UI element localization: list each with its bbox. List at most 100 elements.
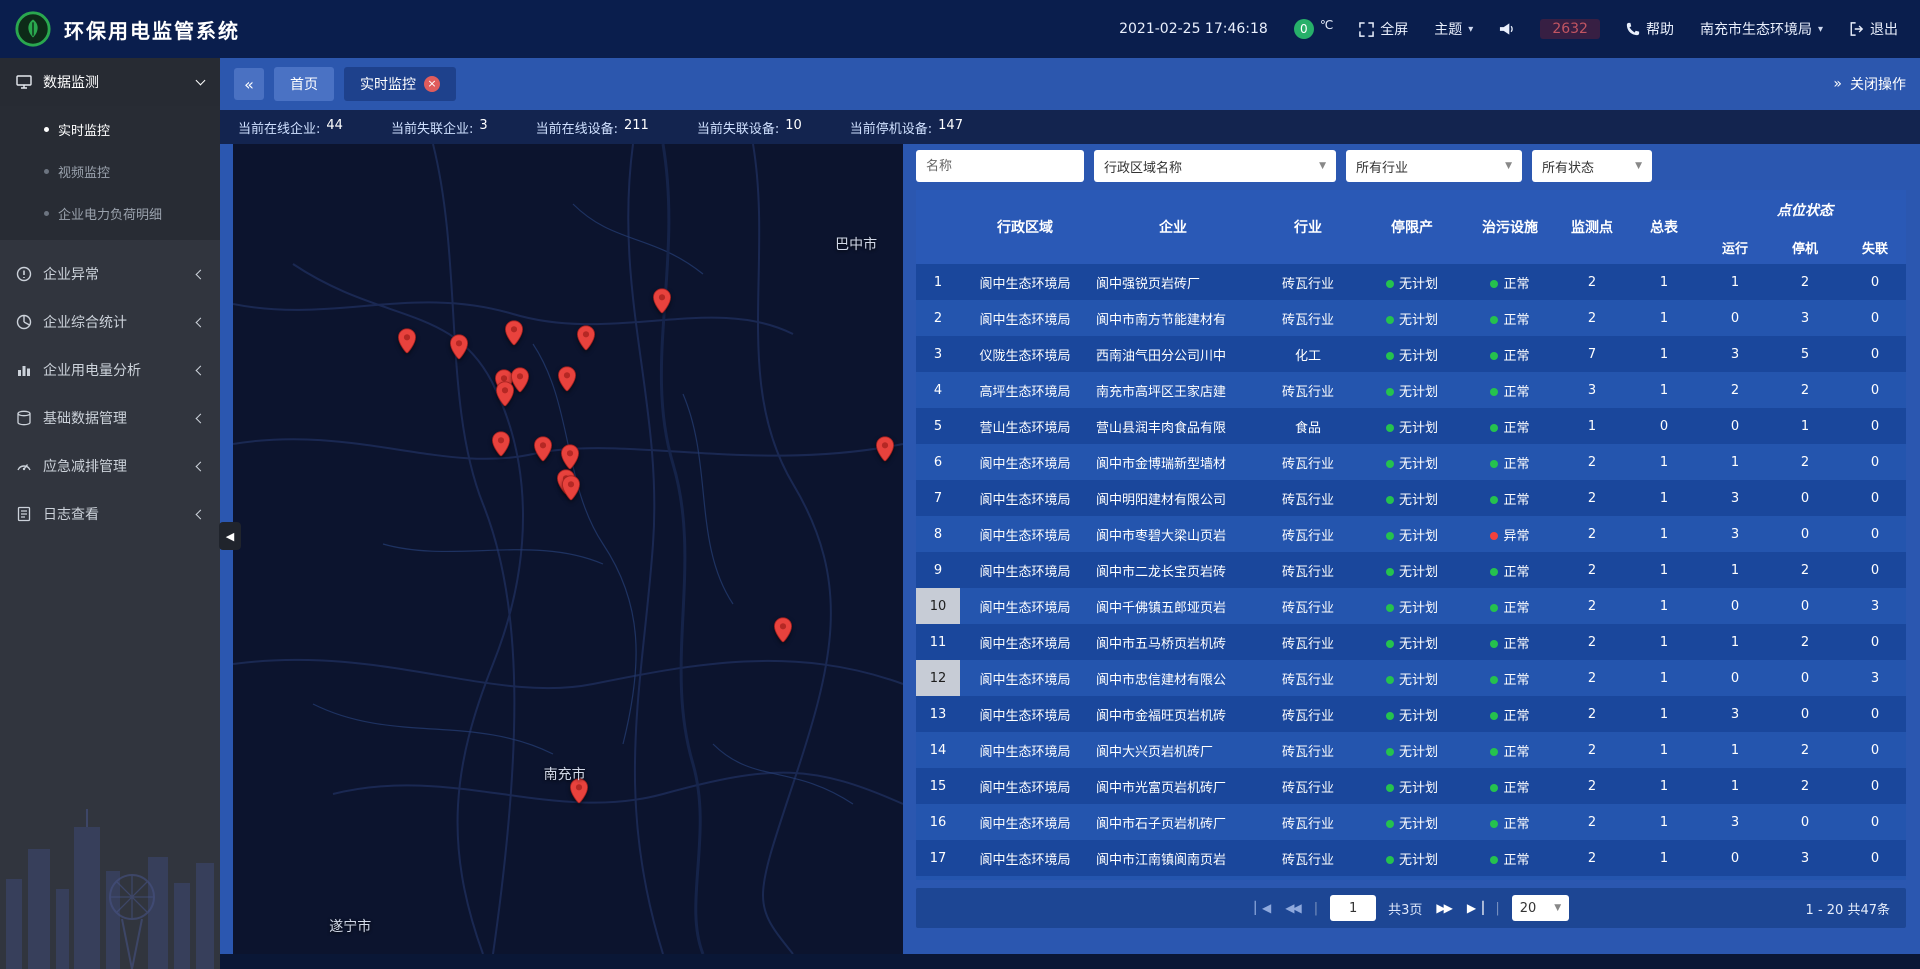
status-select[interactable]: 所有状态 ▼ [1532,150,1652,182]
status-dot-red [1490,532,1498,540]
table-row[interactable]: 5营山生态环境局营山县润丰肉食品有限食品无计划正常10010 [916,408,1906,444]
scroll-tabs-left-button[interactable]: « [234,68,264,100]
running-cell: 3 [1700,480,1770,516]
industry-select[interactable]: 所有行业 ▼ [1346,150,1522,182]
main-content: 巴中市南充市遂宁市 行政区域名称 ▼ 所有行业 ▼ 所有状态 ▼ [220,144,1920,954]
industry-cell: 砖瓦行业 [1256,840,1360,876]
first-page-button[interactable]: ▏◀ [1253,901,1271,915]
monitor-icon [16,74,32,90]
status-dot-green [1386,604,1394,612]
region-cell: 阆中生态环境局 [960,804,1090,840]
filter-bar: 行政区域名称 ▼ 所有行业 ▼ 所有状态 ▼ [916,150,1906,182]
table-row[interactable]: 15阆中生态环境局阆中市光富页岩机砖厂砖瓦行业无计划正常21120 [916,768,1906,804]
monitor-points-cell: 2 [1556,516,1628,552]
table-row[interactable]: 1阆中生态环境局阆中强锐页岩砖厂砖瓦行业无计划正常21120 [916,264,1906,300]
table-row[interactable]: 3仪陇生态环境局西南油气田分公司川中化工无计划正常71350 [916,336,1906,372]
col-points: 监测点 [1556,190,1628,264]
tab-home[interactable]: 首页 [274,67,334,101]
limit-production-cell: 无计划 [1360,624,1464,660]
stopped-cell: 2 [1770,624,1840,660]
map-panel[interactable]: 巴中市南充市遂宁市 [233,144,903,954]
total-meter-cell: 1 [1628,300,1700,336]
table-row[interactable]: 18南部生态环境局南部县升华页岩砖有限砖瓦行业无计划正常21030 [916,876,1906,880]
region-cell: 阆中生态环境局 [960,300,1090,336]
pollution-facility-cell: 正常 [1464,804,1556,840]
monitor-points-cell: 2 [1556,552,1628,588]
temperature-display: 0 ℃ [1294,19,1333,39]
sidebar-item-label: 应急减排管理 [43,456,127,476]
table-row[interactable]: 17阆中生态环境局阆中市江南镇阆南页岩砖瓦行业无计划正常21030 [916,840,1906,876]
prev-page-button[interactable]: ◀◀ [1283,901,1301,915]
sidebar-item-log-view[interactable]: 日志查看 [0,490,220,538]
help-button[interactable]: 帮助 [1626,19,1674,39]
sidebar-item-emergency-reduction[interactable]: 应急减排管理 [0,442,220,490]
company-cell: 阆中市枣碧大梁山页岩 [1090,516,1256,552]
sidebar-item-data-monitoring[interactable]: 数据监测 [0,58,220,106]
logout-button[interactable]: 退出 [1849,19,1898,39]
region-select[interactable]: 行政区域名称 ▼ [1094,150,1336,182]
stat-offline-companies: 当前失联企业: 3 [391,118,488,137]
collapse-sidebar-button[interactable]: ◀ [219,522,241,550]
fullscreen-button[interactable]: 全屏 [1359,19,1408,39]
pollution-facility-cell: 正常 [1464,444,1556,480]
last-page-button[interactable]: ▶▕ [1465,901,1483,915]
sidebar-item-enterprise-statistics[interactable]: 企业综合统计 [0,298,220,346]
table-row[interactable]: 4高坪生态环境局南充市高坪区王家店建砖瓦行业无计划正常31220 [916,372,1906,408]
table-row[interactable]: 2阆中生态环境局阆中市南方节能建材有砖瓦行业无计划正常21030 [916,300,1906,336]
close-tab-icon[interactable]: × [424,76,440,92]
company-cell: 阆中市江南镇阆南页岩 [1090,840,1256,876]
company-cell: 南部县升华页岩砖有限 [1090,876,1256,880]
sidebar-item-enterprise-abnormal[interactable]: 企业异常 [0,250,220,298]
industry-cell: 化工 [1256,336,1360,372]
table-row[interactable]: 9阆中生态环境局阆中市二龙长宝页岩砖砖瓦行业无计划正常21120 [916,552,1906,588]
page-number-input[interactable] [1330,895,1376,921]
table-row[interactable]: 16阆中生态环境局阆中市石子页岩机砖厂砖瓦行业无计划正常21300 [916,804,1906,840]
table-row[interactable]: 10阆中生态环境局阆中千佛镇五郎垭页岩砖瓦行业无计划正常21003 [916,588,1906,624]
table-row[interactable]: 8阆中生态环境局阆中市枣碧大梁山页岩砖瓦行业无计划异常21300 [916,516,1906,552]
table-row[interactable]: 7阆中生态环境局阆中明阳建材有限公司砖瓦行业无计划正常21300 [916,480,1906,516]
sidebar-item-base-data[interactable]: 基础数据管理 [0,394,220,442]
table-row[interactable]: 14阆中生态环境局阆中大兴页岩机砖厂砖瓦行业无计划正常21120 [916,732,1906,768]
table-row[interactable]: 11阆中生态环境局阆中市五马桥页岩机砖砖瓦行业无计划正常21120 [916,624,1906,660]
temperature-unit: ℃ [1320,18,1333,32]
name-search-input[interactable] [916,150,1084,182]
bullet-icon [44,211,49,216]
status-dot-green [1386,352,1394,360]
total-meter-cell: 1 [1628,516,1700,552]
running-cell: 1 [1700,732,1770,768]
fullscreen-label: 全屏 [1380,19,1408,39]
sidebar-item-power-analysis[interactable]: 企业用电量分析 [0,346,220,394]
next-page-button[interactable]: ▶▶ [1434,901,1452,915]
lost-cell: 0 [1840,444,1906,480]
limit-production-cell: 无计划 [1360,840,1464,876]
table-row[interactable]: 13阆中生态环境局阆中市金福旺页岩机砖砖瓦行业无计划正常21300 [916,696,1906,732]
close-operations-label: 关闭操作 [1850,74,1906,94]
company-cell: 阆中强锐页岩砖厂 [1090,264,1256,300]
chevron-down-icon: ▼ [1319,161,1326,171]
alarm-horn-button[interactable] [1499,22,1514,36]
status-dot-green [1386,784,1394,792]
alarm-count-badge[interactable]: 2632 [1540,19,1600,39]
org-menu[interactable]: 南充市生态环境局 ▾ [1700,19,1823,39]
page-size-select[interactable]: 20 ▼ [1512,895,1569,921]
lost-cell: 0 [1840,696,1906,732]
stopped-cell: 0 [1770,480,1840,516]
lost-cell: 3 [1840,588,1906,624]
total-meter-cell: 1 [1628,768,1700,804]
table-row[interactable]: 6阆中生态环境局阆中市金博瑞新型墙材砖瓦行业无计划正常21120 [916,444,1906,480]
sidebar-item-video-monitoring[interactable]: 视频监控 [0,150,220,192]
table-row[interactable]: 12阆中生态环境局阆中市忠信建材有限公砖瓦行业无计划正常21003 [916,660,1906,696]
table-body: 1阆中生态环境局阆中强锐页岩砖厂砖瓦行业无计划正常211202阆中生态环境局阆中… [916,264,1906,880]
industry-cell: 砖瓦行业 [1256,552,1360,588]
status-dot-green [1386,748,1394,756]
company-cell: 阆中市忠信建材有限公 [1090,660,1256,696]
industry-cell: 砖瓦行业 [1256,444,1360,480]
theme-menu[interactable]: 主题 ▾ [1434,19,1473,39]
stopped-cell: 2 [1770,768,1840,804]
sidebar-item-realtime-monitoring[interactable]: 实时监控 [0,108,220,150]
tab-realtime-monitoring[interactable]: 实时监控 × [344,67,456,101]
industry-cell: 砖瓦行业 [1256,516,1360,552]
sidebar-item-power-load-detail[interactable]: 企业电力负荷明细 [0,192,220,234]
lost-cell: 0 [1840,732,1906,768]
close-operations-menu[interactable]: » 关闭操作 [1833,74,1906,94]
